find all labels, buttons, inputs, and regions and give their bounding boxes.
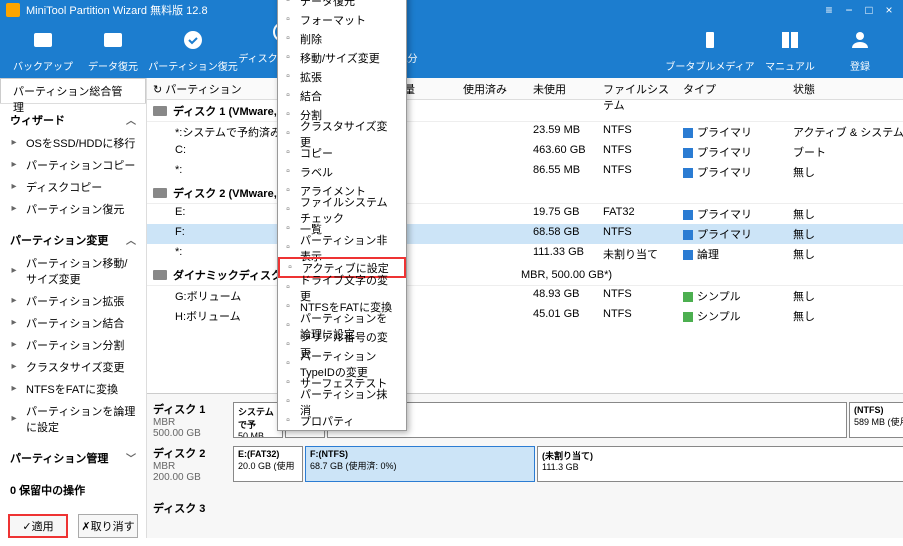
disk-map-row: ディスク 2MBR200.00 GBE:(FAT32)20.0 GB (使用F:… (153, 444, 903, 484)
disk-label: ディスク 1MBR500.00 GB (153, 401, 233, 439)
context-menu-item[interactable]: ▫パーティション抹消 (278, 392, 406, 393)
login-button[interactable]: 登録 (825, 26, 895, 73)
sidebar-item[interactable]: ▸ディスクコピー (0, 176, 146, 198)
disk-row[interactable]: ディスク 1 (VMware, VMw (147, 100, 903, 122)
sidebar-item[interactable]: ▸パーティション結合 (0, 312, 146, 334)
sidebar-item[interactable]: ▸NTFSをFATに変換 (0, 378, 146, 400)
sidebar-tab[interactable]: パーティション総合管理 (0, 78, 146, 104)
partition-row[interactable]: F:68.58 GBNTFSプライマリ無し (147, 224, 903, 244)
disk-row[interactable]: ディスク 2 (VMware, VMw (147, 182, 903, 204)
content: ↻ パーティション 容量 使用済み 未使用 ファイルシステム タイプ 状態 ▫デ… (147, 78, 903, 538)
partition-bar[interactable]: システムで予50 MB (使用 (233, 402, 283, 438)
close-icon[interactable]: × (881, 3, 897, 17)
context-menu-item[interactable]: ▫クラスタサイズ変更 (278, 124, 406, 143)
partition-row[interactable]: *:86.55 MBNTFSプライマリ無し (147, 162, 903, 182)
sidebar-item[interactable]: ▸パーティション復元 (0, 198, 146, 220)
data-recovery-button[interactable]: データ復元 (78, 26, 148, 73)
partition-bar[interactable]: (NTFS)589 MB (使月 (849, 402, 903, 438)
backup-button[interactable]: バックアップ (8, 26, 78, 73)
app-title: MiniTool Partition Wizard 無料版 12.8 (26, 2, 208, 18)
disk-map-row: ディスク 1MBR500.00 GBシステムで予50 MB (使用C:49(NT… (153, 400, 903, 440)
cancel-button[interactable]: ✗ 取り消す (78, 514, 138, 538)
partition-row[interactable]: H:ボリューム45.01 GBNTFSシンプル無し (147, 306, 903, 326)
partition-row[interactable]: *:111.33 GB未割り当て論理無し (147, 244, 903, 264)
chevron-down-icon: ﹀ (126, 450, 136, 466)
titlebar: MiniTool Partition Wizard 無料版 12.8 ≡ − □… (0, 0, 903, 20)
disk-row[interactable]: ダイナミックディスク (ディス MBR, 500.00 GB*) (147, 264, 903, 286)
partition-bar[interactable]: (未割り当て)111.3 GB (537, 446, 903, 482)
sidebar: パーティション総合管理 ウィザード︿ ▸OSをSSD/HDDに移行▸パーティショ… (0, 78, 147, 538)
context-menu-item[interactable]: ▫ラベル (278, 162, 406, 181)
menu-icon[interactable]: ≡ (821, 3, 837, 17)
section-partition-change[interactable]: パーティション変更︿ (0, 228, 146, 252)
apply-button[interactable]: ✓ 適用 (8, 514, 68, 538)
partition-row[interactable]: C:463.60 GBNTFSプライマリブート (147, 142, 903, 162)
chevron-up-icon: ︿ (126, 232, 136, 248)
partition-row[interactable]: G:ボリューム48.93 GBNTFSシンプル無し (147, 286, 903, 306)
toolbar: バックアップ データ復元 パーティション復元 ディスクベンチマーク ディスク使用… (0, 20, 903, 78)
section-wizard[interactable]: ウィザード︿ (0, 108, 146, 132)
disk-map-panel: ディスク 1MBR500.00 GBシステムで予50 MB (使用C:49(NT… (147, 393, 903, 538)
section-partition-mgmt[interactable]: パーティション管理﹀ (0, 446, 146, 470)
pending-ops: 0 保留中の操作 (0, 478, 146, 502)
partition-bar[interactable]: E:(FAT32)20.0 GB (使用 (233, 446, 303, 482)
sidebar-item[interactable]: ▸パーティション分割 (0, 334, 146, 356)
minimize-icon[interactable]: − (841, 3, 857, 17)
bootable-media-button[interactable]: ブータブルメディア (665, 26, 755, 73)
sidebar-item[interactable]: ▸パーティションを論理に設定 (0, 400, 146, 438)
disk-map-row: ディスク 3 (153, 488, 903, 528)
sidebar-item[interactable]: ▸パーティション移動/サイズ変更 (0, 252, 146, 290)
chevron-up-icon: ︿ (126, 112, 136, 128)
sidebar-item[interactable]: ▸クラスタサイズ変更 (0, 356, 146, 378)
context-menu-item[interactable]: ▫ドライブ文字の変更 (278, 278, 406, 297)
context-menu-item[interactable]: ▫パーティションTypeIDの変更 (278, 354, 406, 373)
context-menu: ▫データ復元▫フォーマット▫削除▫移動/サイズ変更▫拡張▫結合▫分割▫クラスタサ… (277, 100, 407, 393)
context-menu-item[interactable]: ▫パーティション非表示 (278, 238, 406, 257)
maximize-icon[interactable]: □ (861, 3, 877, 17)
partition-row[interactable]: E:19.75 GBFAT32プライマリ無し (147, 204, 903, 224)
disk-label: ディスク 2MBR200.00 GB (153, 445, 233, 483)
sidebar-item[interactable]: ▸パーティションコピー (0, 154, 146, 176)
manual-button[interactable]: マニュアル (755, 26, 825, 73)
context-menu-item[interactable]: ▫コピー (278, 143, 406, 162)
grid-header: ↻ パーティション 容量 使用済み 未使用 ファイルシステム タイプ 状態 (147, 78, 903, 100)
partition-bar[interactable]: F:(NTFS)68.7 GB (使用済: 0%) (305, 446, 535, 482)
sidebar-item[interactable]: ▸OSをSSD/HDDに移行 (0, 132, 146, 154)
partition-recovery-button[interactable]: パーティション復元 (148, 26, 238, 73)
context-menu-item[interactable]: ▫ファイルシステムチェック (278, 200, 406, 219)
partition-row[interactable]: *:システムで予約済み23.59 MBNTFSプライマリアクティブ & システム (147, 122, 903, 142)
disk-label: ディスク 3 (153, 500, 233, 516)
sidebar-item[interactable]: ▸パーティション拡張 (0, 290, 146, 312)
app-icon (6, 3, 20, 17)
